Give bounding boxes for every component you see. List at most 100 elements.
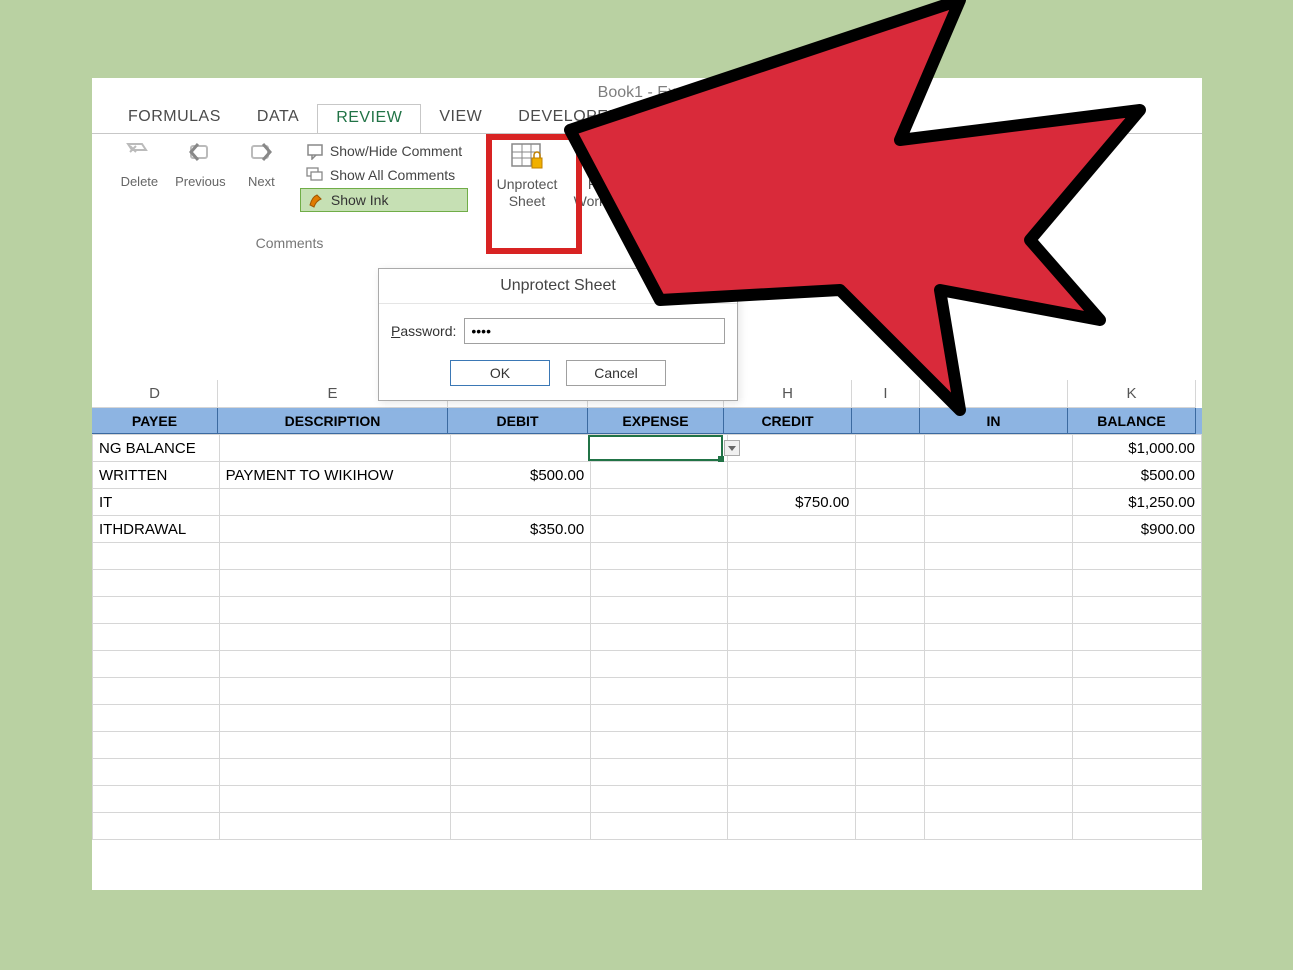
cell[interactable]: [450, 489, 591, 516]
cell[interactable]: [219, 435, 450, 462]
table-row[interactable]: ITHDRAWAL$350.00$900.00: [93, 516, 1202, 543]
cell[interactable]: [450, 624, 591, 651]
table-row[interactable]: [93, 570, 1202, 597]
cell[interactable]: [924, 570, 1073, 597]
table-row[interactable]: [93, 543, 1202, 570]
cell[interactable]: [1073, 651, 1202, 678]
cell[interactable]: [93, 732, 220, 759]
cell[interactable]: [591, 489, 728, 516]
cell[interactable]: [450, 705, 591, 732]
dialog-close-button[interactable]: ✕: [691, 271, 731, 295]
cell[interactable]: [727, 705, 856, 732]
table-row[interactable]: [93, 786, 1202, 813]
cell[interactable]: [591, 732, 728, 759]
tab-review[interactable]: REVIEW: [317, 104, 421, 134]
cell[interactable]: $350.00: [450, 516, 591, 543]
cell[interactable]: [856, 786, 924, 813]
column-header[interactable]: K: [1068, 380, 1196, 408]
cell[interactable]: [924, 786, 1073, 813]
cell[interactable]: [727, 813, 856, 840]
cell[interactable]: [93, 624, 220, 651]
cell[interactable]: [219, 651, 450, 678]
cell[interactable]: [450, 732, 591, 759]
cell[interactable]: ITHDRAWAL: [93, 516, 220, 543]
cell[interactable]: PAYMENT TO WIKIHOW: [219, 462, 450, 489]
protect-workbook-button[interactable]: Protect Workbook: [567, 134, 653, 253]
cell[interactable]: [727, 543, 856, 570]
cell[interactable]: [93, 651, 220, 678]
cell[interactable]: [591, 759, 728, 786]
cancel-button[interactable]: Cancel: [566, 360, 666, 386]
cell[interactable]: [856, 678, 924, 705]
cell[interactable]: [727, 516, 856, 543]
table-row[interactable]: [93, 597, 1202, 624]
cell[interactable]: [591, 678, 728, 705]
cell[interactable]: [219, 624, 450, 651]
cell[interactable]: [93, 570, 220, 597]
dialog-help-button[interactable]: ?: [674, 271, 685, 292]
cell[interactable]: [93, 597, 220, 624]
cell[interactable]: [727, 570, 856, 597]
ok-button[interactable]: OK: [450, 360, 550, 386]
cell[interactable]: [591, 570, 728, 597]
cell[interactable]: [727, 759, 856, 786]
cell[interactable]: [727, 651, 856, 678]
cell[interactable]: [219, 759, 450, 786]
cell[interactable]: [856, 624, 924, 651]
cell[interactable]: [1073, 570, 1202, 597]
cell[interactable]: [219, 489, 450, 516]
cell[interactable]: [924, 516, 1073, 543]
cell[interactable]: [924, 624, 1073, 651]
cell[interactable]: $500.00: [1073, 462, 1202, 489]
tab-view[interactable]: VIEW: [421, 104, 500, 134]
next-comment-button[interactable]: Next: [233, 138, 290, 189]
cell[interactable]: [1073, 705, 1202, 732]
table-row[interactable]: [93, 624, 1202, 651]
table-row[interactable]: IT$750.00$1,250.00: [93, 489, 1202, 516]
cell[interactable]: [1073, 732, 1202, 759]
cell[interactable]: [591, 516, 728, 543]
data-table[interactable]: NG BALANCE$1,000.00WRITTENPAYMENT TO WIK…: [92, 434, 1202, 840]
cell[interactable]: [856, 759, 924, 786]
cell[interactable]: [924, 732, 1073, 759]
cell[interactable]: [727, 786, 856, 813]
show-ink-button[interactable]: Show Ink: [300, 188, 468, 212]
cell[interactable]: [856, 651, 924, 678]
cell[interactable]: [924, 813, 1073, 840]
cell[interactable]: [856, 543, 924, 570]
cell[interactable]: [219, 678, 450, 705]
table-row[interactable]: WRITTENPAYMENT TO WIKIHOW$500.00$500.00: [93, 462, 1202, 489]
show-all-comments-button[interactable]: Show All Comments: [300, 164, 468, 186]
cell[interactable]: [1073, 543, 1202, 570]
cell[interactable]: [450, 543, 591, 570]
cell[interactable]: [856, 462, 924, 489]
column-header[interactable]: D: [92, 380, 218, 408]
tab-developer[interactable]: DEVELOPER: [500, 104, 638, 134]
cell[interactable]: IT: [93, 489, 220, 516]
table-row[interactable]: [93, 651, 1202, 678]
cell[interactable]: [93, 759, 220, 786]
cell[interactable]: [591, 597, 728, 624]
table-row[interactable]: [93, 678, 1202, 705]
previous-comment-button[interactable]: Previous: [172, 138, 229, 189]
cell[interactable]: [856, 570, 924, 597]
cell[interactable]: [856, 732, 924, 759]
cell[interactable]: [856, 516, 924, 543]
cell[interactable]: WRITTEN: [93, 462, 220, 489]
cell[interactable]: [1073, 813, 1202, 840]
cell[interactable]: [93, 543, 220, 570]
table-row[interactable]: [93, 705, 1202, 732]
cell[interactable]: [727, 462, 856, 489]
tab-acrobat[interactable]: ACROBAT: [639, 104, 755, 134]
cell[interactable]: [924, 462, 1073, 489]
cell[interactable]: [924, 759, 1073, 786]
cell[interactable]: [1073, 624, 1202, 651]
cell[interactable]: [856, 705, 924, 732]
cell[interactable]: [93, 786, 220, 813]
cell[interactable]: [727, 678, 856, 705]
cell[interactable]: [924, 597, 1073, 624]
cell[interactable]: [591, 813, 728, 840]
cell[interactable]: $1,000.00: [1073, 435, 1202, 462]
dropdown-icon[interactable]: [724, 440, 740, 456]
cell[interactable]: [591, 786, 728, 813]
